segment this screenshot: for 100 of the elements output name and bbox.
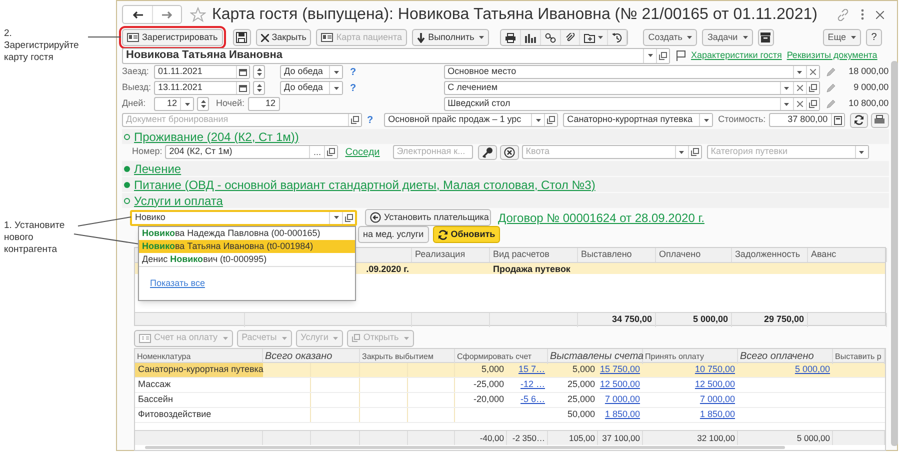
select-field[interactable]: Основной прайс продаж – 1 урс — [384, 113, 558, 127]
toolbar-button[interactable]: Еще — [822, 29, 861, 46]
table-cell-text: 50,000 — [567, 408, 595, 422]
open-button[interactable] — [544, 114, 558, 126]
field-label: Заезд: — [122, 65, 150, 78]
column-header: Вид расчетов — [490, 248, 578, 262]
amount-link[interactable]: 1 850,00 — [700, 408, 735, 422]
contract-link[interactable]: Договор № 00001624 от 28.09.2020 г. — [498, 208, 704, 226]
select-field[interactable]: Санаторно-курортная путевка — [563, 113, 714, 127]
toolbar-button[interactable]: Создать — [643, 29, 698, 46]
column-header: Задолженность — [732, 248, 808, 262]
input-field[interactable]: 204 (К2, Ст 1м) ... — [165, 145, 338, 159]
table-row[interactable]: Бассейн -20,000 -5 6… 25,000 7 000,00 7 000,00 — [135, 393, 885, 408]
dropdown-button[interactable] — [180, 98, 193, 110]
help-button[interactable]: ? — [866, 29, 882, 46]
leader-line — [74, 234, 140, 244]
calendar-button[interactable] — [236, 82, 249, 94]
flag-icon — [676, 50, 686, 61]
amount-link[interactable]: 5 000,00 — [794, 363, 830, 377]
select-field[interactable]: Шведский стол — [444, 97, 820, 111]
suggestion-item[interactable]: Новикова Надежда Павловна (00-000165) — [139, 227, 355, 240]
amount-link[interactable]: 15 7… — [518, 363, 545, 377]
open-button[interactable] — [342, 212, 355, 224]
toolbar-button[interactable]: Выполнить — [412, 29, 490, 46]
open-button[interactable] — [324, 146, 338, 158]
spin-button[interactable] — [253, 65, 265, 79]
column-header: Оплачено — [656, 248, 732, 262]
help-link[interactable]: ? — [350, 80, 356, 96]
amount-link[interactable]: 1 850,00 — [604, 408, 640, 422]
amount-link[interactable]: -12 … — [520, 378, 545, 392]
set-payer-button[interactable]: Установить плательщика — [365, 209, 491, 226]
open-button[interactable] — [806, 98, 819, 110]
caret-icon — [859, 150, 864, 154]
select-field[interactable]: До обеда — [280, 81, 343, 95]
number-field[interactable]: 37 800,00 — [768, 113, 845, 127]
toolbar-button[interactable]: Закрыть — [256, 29, 312, 46]
toolbar-button[interactable]: на мед. услуги — [358, 226, 429, 243]
suggestion-item[interactable]: Денис Новикович (t0-000995) — [139, 253, 355, 266]
link[interactable]: Характеристики гостя — [691, 48, 782, 62]
scrollbar[interactable] — [145, 446, 785, 449]
clear-button[interactable] — [500, 144, 519, 160]
open-button[interactable] — [656, 48, 669, 62]
date-field[interactable]: 01.11.2021 — [154, 65, 250, 79]
dropdown-button[interactable] — [329, 66, 342, 78]
suggestion-item[interactable]: Новикова Татьяна Ивановна (t0-001984) — [139, 240, 355, 253]
dropdown-button[interactable] — [854, 146, 868, 158]
archive-button[interactable] — [758, 29, 774, 46]
amount-link[interactable]: 7 000,00 — [700, 393, 735, 407]
number-field[interactable]: 12 — [154, 97, 194, 111]
table-cell: -2 350… — [512, 432, 545, 444]
table-cell-text: 5 000,00 — [692, 313, 728, 326]
select-field[interactable]: Основное место — [444, 65, 820, 79]
dropdown-button[interactable] — [329, 212, 342, 224]
table-cell-text: 29 750,00 — [764, 313, 804, 326]
dropdown-button[interactable] — [329, 82, 342, 94]
amount-link[interactable]: 12 500,00 — [600, 378, 640, 392]
refresh-button[interactable]: Обновить — [432, 226, 500, 243]
amount-link[interactable]: -5 6… — [520, 393, 545, 407]
toolbar-button[interactable]: Задачи — [702, 29, 753, 46]
number-field[interactable]: 12 — [248, 97, 280, 111]
table-row[interactable]: Фитовоздействие 50,000 1 850,00 1 850,00 — [135, 408, 885, 423]
save-button[interactable] — [232, 29, 251, 46]
table-row[interactable]: Санаторно-курортная путевка 5,000 15 7… 5,000 15 750,00 10 750,00 5 000,00 — [135, 363, 885, 378]
field-label: Стоимость: — [718, 113, 766, 126]
column-header: Выставлено — [578, 248, 656, 262]
dropdown-button[interactable] — [699, 114, 712, 126]
link[interactable]: Реквизиты документа — [786, 48, 878, 62]
calculator-button[interactable] — [830, 114, 844, 126]
search-field[interactable]: Новико — [130, 210, 357, 226]
refresh-button[interactable] — [850, 112, 868, 128]
date-field[interactable]: 13.11.2021 — [154, 81, 250, 95]
open-button[interactable] — [806, 82, 819, 94]
key-button[interactable] — [478, 144, 497, 160]
help-link[interactable]: ? — [367, 112, 374, 128]
table-row[interactable]: Массаж -25,000 -12 … 25,000 12 500,00 12 500,00 — [135, 378, 885, 393]
link[interactable]: Соседи — [345, 144, 380, 160]
show-all-link[interactable]: Показать все — [150, 276, 205, 290]
name-field[interactable]: Новикова Татьяна Ивановна — [122, 48, 670, 64]
amount-link[interactable]: 15 750,00 — [600, 363, 640, 377]
price-text: 10 800,00 — [848, 97, 889, 110]
help-link[interactable]: ? — [350, 64, 356, 80]
close-icon — [260, 34, 269, 42]
select-field[interactable]: До обеда — [280, 65, 343, 79]
open-button[interactable] — [688, 146, 701, 158]
amount-link[interactable]: 10 750,00 — [694, 363, 735, 377]
print-button[interactable] — [870, 112, 889, 128]
bar-chart-icon — [525, 32, 536, 42]
select-field[interactable]: С лечением — [444, 81, 820, 95]
toolbar-button[interactable]: Зарегистрировать — [122, 29, 223, 46]
amount-link[interactable]: 12 500,00 — [694, 378, 735, 392]
open-button[interactable] — [348, 114, 361, 126]
scrollbar[interactable] — [890, 61, 898, 446]
table-cell-text: 34 750,00 — [612, 313, 652, 326]
amount-link[interactable]: 7 000,00 — [604, 393, 640, 407]
calculator-icon — [834, 116, 842, 124]
spin-button[interactable] — [253, 81, 265, 95]
annotation-text: 1. Установите нового контрагента — [4, 220, 66, 256]
spin-button[interactable] — [197, 97, 209, 111]
calendar-button[interactable] — [236, 66, 249, 78]
dropdown-button[interactable] — [643, 48, 656, 62]
